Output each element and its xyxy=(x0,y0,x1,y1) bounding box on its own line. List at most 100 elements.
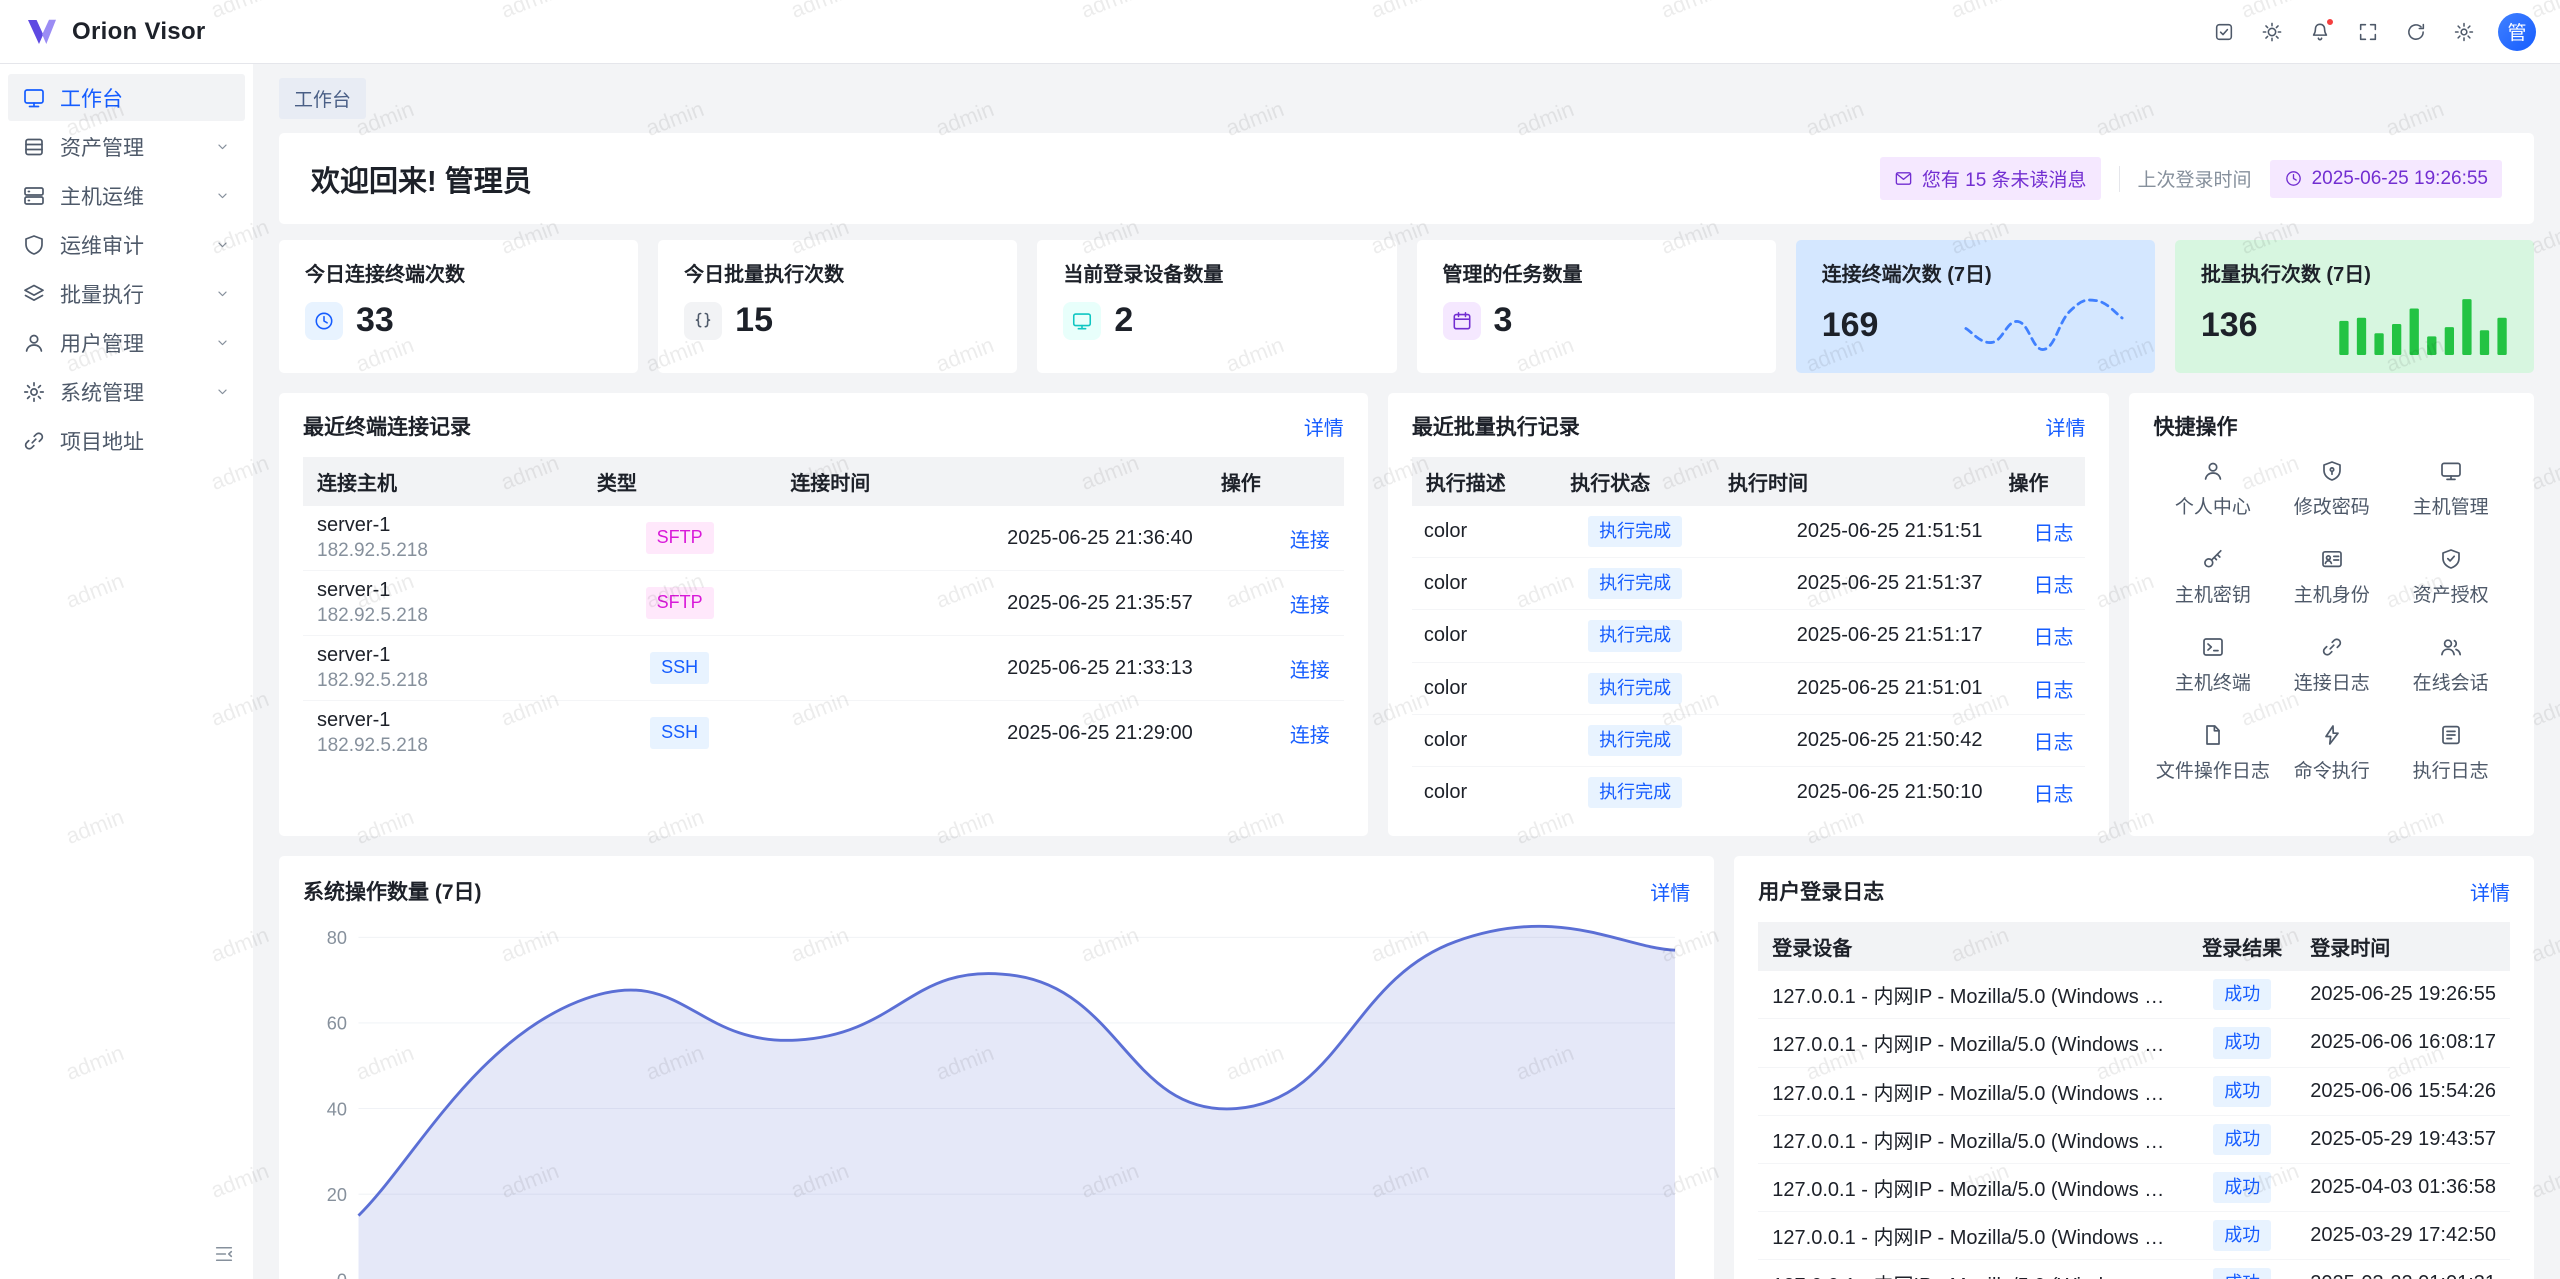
refresh-icon[interactable] xyxy=(2396,12,2436,52)
batch-record-row: color执行完成2025-06-25 21:50:10日志 xyxy=(1412,766,2086,818)
login-result-badge: 成功 xyxy=(2213,1076,2271,1107)
login-log-row: 127.0.0.1 - 内网IP - Mozilla/5.0 (Windows … xyxy=(1758,1019,2510,1067)
login-result-badge: 成功 xyxy=(2213,1027,2271,1058)
quick-action-execution-logs[interactable]: 执行日志 xyxy=(2391,723,2510,783)
quick-actions-grid: 个人中心修改密码 主机管理主机密钥主机身份资产授权主机终端连接日志在线会话文件操作… xyxy=(2153,459,2510,783)
stat-value: 15 xyxy=(735,301,773,340)
sidebar-item-workbench[interactable]: 工作台 xyxy=(8,74,245,121)
quick-action-label: 主机管理 xyxy=(2413,492,2489,519)
quick-action-command-execution[interactable]: 命令执行 xyxy=(2272,723,2391,783)
login-result-badge: 成功 xyxy=(2213,1268,2271,1279)
divider xyxy=(2119,166,2120,192)
quick-action-label: 执行日志 xyxy=(2413,756,2489,783)
bottom-row: 系统操作数量 (7日) 详情 0204060802025-06-192025-0… xyxy=(279,856,2534,1279)
log-link[interactable]: 日志 xyxy=(2033,732,2073,754)
stat-label: 管理的任务数量 xyxy=(1443,258,1750,287)
sidebar-item-label: 工作台 xyxy=(60,83,231,113)
batch-record-row: color执行完成2025-06-25 21:50:42日志 xyxy=(1412,714,2086,766)
sun-icon[interactable] xyxy=(2252,12,2292,52)
exec-status-badge: 执行完成 xyxy=(1588,777,1682,808)
log-link[interactable]: 日志 xyxy=(2033,575,2073,597)
connect-link[interactable]: 连接 xyxy=(1290,725,1330,747)
terminal-records-detail-link[interactable]: 详情 xyxy=(1304,412,1344,441)
gear-icon[interactable] xyxy=(2444,12,2484,52)
quick-action-host-management[interactable]: 主机管理 xyxy=(2391,459,2510,519)
quick-action-file-operation-logs[interactable]: 文件操作日志 xyxy=(2153,723,2272,783)
menu-fold-icon[interactable] xyxy=(213,1243,235,1265)
quick-action-host-keys[interactable]: 主机密钥 xyxy=(2153,547,2272,607)
log-link[interactable]: 日志 xyxy=(2033,523,2073,545)
stat-value: 33 xyxy=(356,301,394,340)
chevron-down-icon xyxy=(214,285,231,302)
exec-time: 2025-06-25 21:51:17 xyxy=(1714,610,1994,662)
connect-time: 2025-06-25 21:35:57 xyxy=(776,571,1207,636)
ops-chart-card: 系统操作数量 (7日) 详情 0204060802025-06-192025-0… xyxy=(279,856,1714,1279)
quick-action-label: 修改密码 xyxy=(2294,492,2370,519)
column-header: 执行描述 xyxy=(1412,457,1556,506)
sidebar-item-users[interactable]: 用户管理 xyxy=(8,319,245,366)
connect-link[interactable]: 连接 xyxy=(1290,660,1330,682)
login-device: 127.0.0.1 - 内网IP - Mozilla/5.0 (Windows … xyxy=(1758,1163,2188,1211)
checkbox-icon[interactable] xyxy=(2204,12,2244,52)
breadcrumb-item-workbench[interactable]: 工作台 xyxy=(279,78,366,119)
log-link[interactable]: 日志 xyxy=(2033,784,2073,806)
stat-card-batch-executions-7d: 批量执行次数 (7日)136 xyxy=(2175,240,2534,373)
batch-records-table: 执行描述执行状态执行时间操作 color 执行完成 2025-06-25 21:51:… xyxy=(1412,457,2086,818)
terminal-records-title: 最近终端连接记录 xyxy=(303,411,471,441)
connect-link[interactable]: 连接 xyxy=(1290,595,1330,617)
quick-action-asset-authorization[interactable]: 资产授权 xyxy=(2391,547,2510,607)
quick-action-host-terminal[interactable]: 主机终端 xyxy=(2153,635,2272,695)
stat-card-current-login-devices: 当前登录设备数量2 xyxy=(1037,240,1396,373)
quick-action-host-identity[interactable]: 主机身份 xyxy=(2272,547,2391,607)
chevron-down-icon xyxy=(214,187,231,204)
quick-action-label: 资产授权 xyxy=(2413,580,2489,607)
clock-icon xyxy=(2284,169,2303,188)
sidebar-item-batch-exec[interactable]: 批量执行 xyxy=(8,270,245,317)
asset-icon xyxy=(22,135,46,159)
mini-bar-chart xyxy=(2338,295,2508,355)
quick-actions-card: 快捷操作 个人中心修改密码 主机管理主机密钥主机身份资产授权主机终端连接日志在线会… xyxy=(2129,393,2534,836)
login-result-badge: 成功 xyxy=(2213,979,2271,1010)
exec-time: 2025-06-25 21:51:37 xyxy=(1714,558,1994,610)
stat-label: 连接终端次数 (7日) xyxy=(1822,258,2129,287)
ops-chart-detail-link[interactable]: 详情 xyxy=(1650,877,1690,906)
connect-link[interactable]: 连接 xyxy=(1290,530,1330,552)
sidebar-item-assets[interactable]: 资产管理 xyxy=(8,123,245,170)
sidebar-item-audit[interactable]: 运维审计 xyxy=(8,221,245,268)
batch-records-detail-link[interactable]: 详情 xyxy=(2045,412,2085,441)
batch-record-row: color执行完成2025-06-25 21:51:17日志 xyxy=(1412,610,2086,662)
exec-desc: color xyxy=(1412,610,1556,662)
login-device: 127.0.0.1 - 内网IP - Mozilla/5.0 (Windows … xyxy=(1758,971,2188,1019)
quick-action-change-password[interactable]: 修改密码 xyxy=(2272,459,2391,519)
host-icon xyxy=(22,184,46,208)
safety-icon xyxy=(2439,547,2463,571)
login-logs-table: 登录设备登录结果登录时间127.0.0.1 - 内网IP - Mozilla/5… xyxy=(1758,922,2510,1279)
log-link[interactable]: 日志 xyxy=(2033,627,2073,649)
login-log-row: 127.0.0.1 - 内网IP - Mozilla/5.0 (Windows … xyxy=(1758,1067,2510,1115)
sidebar-item-host-ops[interactable]: 主机运维 xyxy=(8,172,245,219)
table-header-row: 连接主机类型连接时间操作 xyxy=(303,457,1344,506)
terminal-record-row: server-1182.92.5.218SFTP2025-06-25 21:36… xyxy=(303,506,1344,571)
login-logs-detail-link[interactable]: 详情 xyxy=(2470,877,2510,906)
bell-icon[interactable] xyxy=(2300,12,2340,52)
quick-actions-title: 快捷操作 xyxy=(2153,411,2237,441)
user-avatar[interactable]: 管 xyxy=(2498,13,2536,51)
bolt-icon xyxy=(2320,723,2344,747)
log-link[interactable]: 日志 xyxy=(2033,680,2073,702)
login-log-row: 127.0.0.1 - 内网IP - Mozilla/5.0 (Windows … xyxy=(1758,971,2510,1019)
quick-action-personal-center[interactable]: 个人中心 xyxy=(2153,459,2272,519)
stat-card-today-terminal-connections: 今日连接终端次数33 xyxy=(279,240,638,373)
quick-action-label: 文件操作日志 xyxy=(2156,756,2270,783)
quick-action-online-sessions[interactable]: 在线会话 xyxy=(2391,635,2510,695)
sidebar-item-project-link[interactable]: 项目地址 xyxy=(8,417,245,464)
sidebar-item-label: 资产管理 xyxy=(60,132,214,162)
sidebar-item-system[interactable]: 系统管理 xyxy=(8,368,245,415)
table-header-row: 执行描述执行状态执行时间操作 xyxy=(1412,457,2086,506)
quick-action-connection-logs[interactable]: 连接日志 xyxy=(2272,635,2391,695)
terminal-records-card: 最近终端连接记录 详情 连接主机类型连接时间操作server-1182.92.5… xyxy=(279,393,1368,836)
terminal-icon xyxy=(2201,635,2225,659)
history-icon xyxy=(2439,723,2463,747)
unread-messages-badge[interactable]: 您有 15 条未读消息 xyxy=(1880,157,2101,200)
fullscreen-icon[interactable] xyxy=(2348,12,2388,52)
topbar-icon-group xyxy=(2204,12,2484,52)
